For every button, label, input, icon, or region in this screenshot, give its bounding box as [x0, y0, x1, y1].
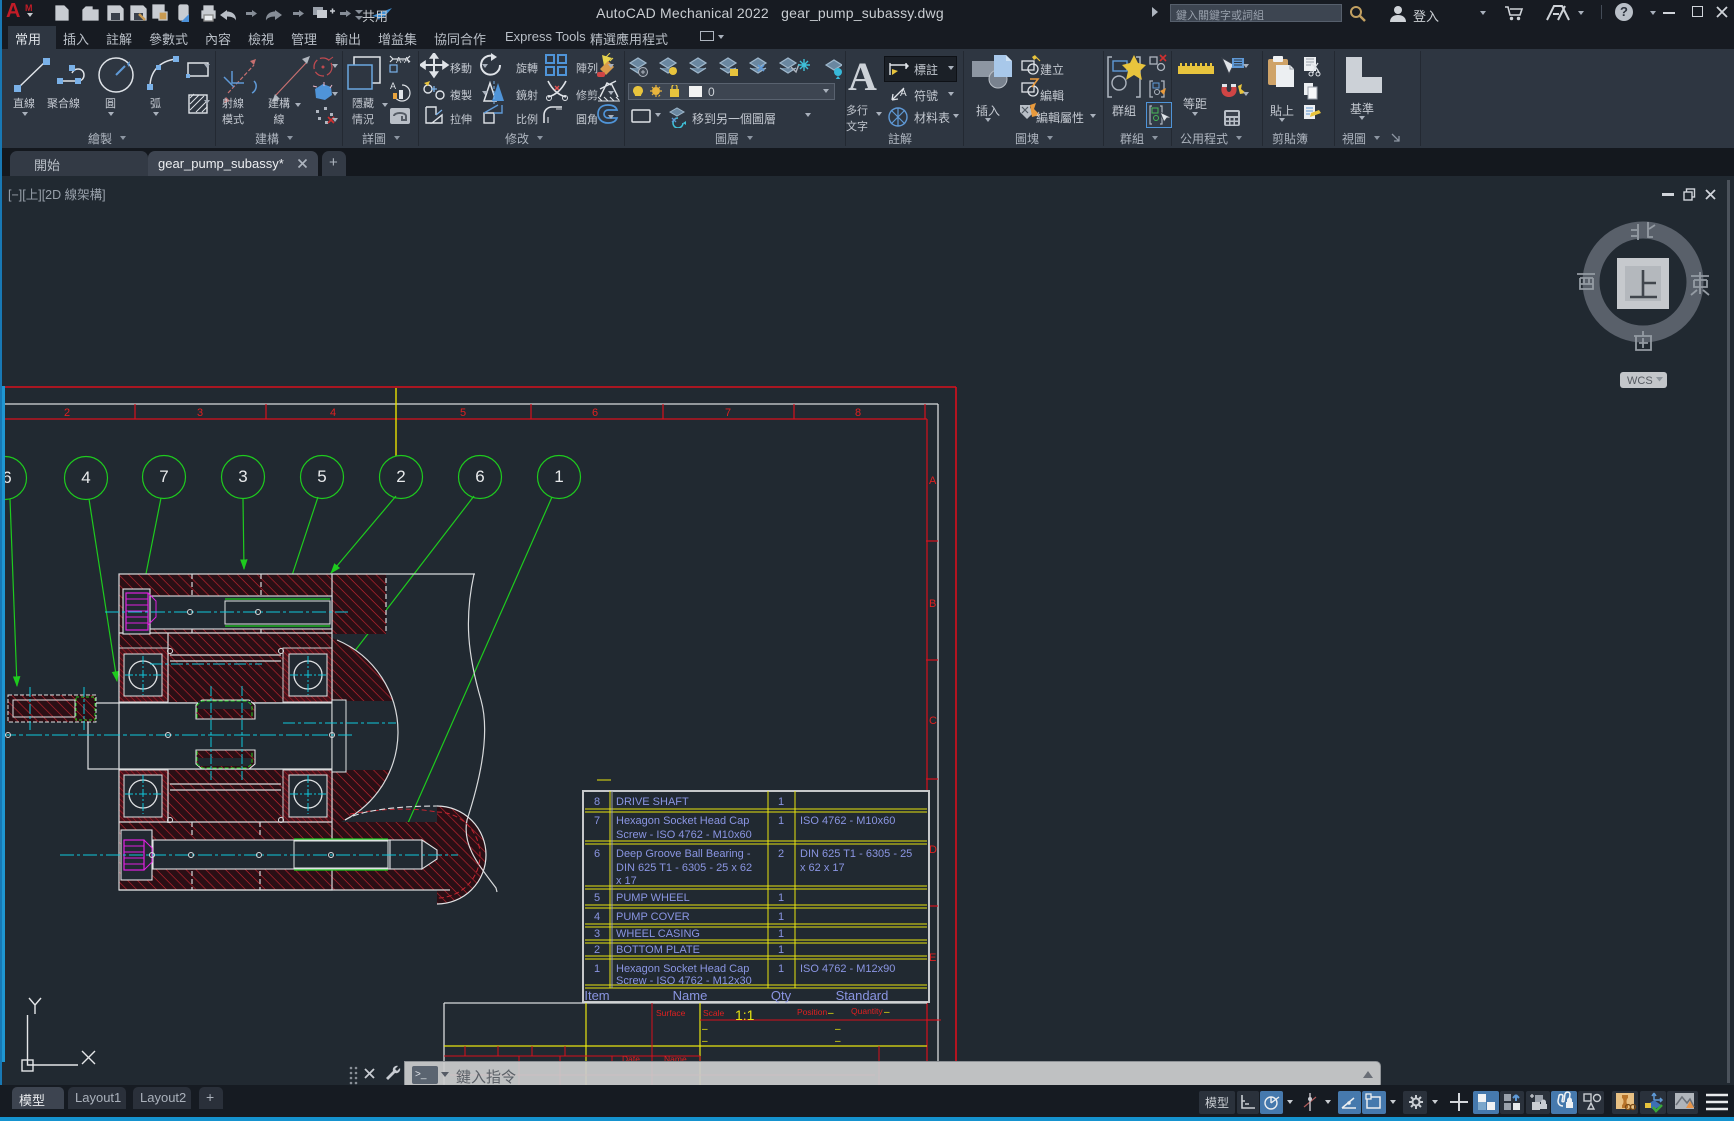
svg-text:1: 1 — [778, 815, 784, 827]
svg-text:5: 5 — [460, 407, 466, 419]
svg-text:1: 1 — [778, 796, 784, 808]
svg-text:WCS: WCS — [1627, 375, 1653, 387]
svg-text:6: 6 — [592, 407, 598, 419]
svg-text:1: 1 — [594, 963, 600, 975]
svg-text:Deep Groove Ball Bearing -: Deep Groove Ball Bearing - — [616, 848, 751, 860]
svg-text:–: – — [884, 1007, 890, 1018]
svg-text:1: 1 — [778, 892, 784, 904]
svg-text:4: 4 — [81, 468, 90, 487]
svg-text:7: 7 — [594, 815, 600, 827]
svg-text:Quantity: Quantity — [851, 1006, 883, 1016]
svg-text:x 62 x 17: x 62 x 17 — [800, 862, 845, 874]
svg-text:1: 1 — [554, 467, 563, 486]
svg-text:1:1: 1:1 — [735, 1007, 755, 1023]
svg-text:DIN 625 T1 - 6305 - 25 x 62: DIN 625 T1 - 6305 - 25 x 62 — [616, 862, 752, 874]
svg-text:5: 5 — [594, 892, 600, 904]
svg-text:ISO 4762 - M10x60: ISO 4762 - M10x60 — [800, 815, 895, 827]
svg-text:A: A — [929, 475, 937, 487]
svg-text:–: – — [702, 1036, 708, 1047]
svg-text:Scale: Scale — [703, 1008, 725, 1018]
svg-text:Qty: Qty — [771, 988, 792, 1003]
svg-text:BOTTOM PLATE: BOTTOM PLATE — [616, 944, 700, 956]
svg-text:A: A — [900, 88, 907, 99]
svg-text:1: 1 — [778, 911, 784, 923]
svg-text:6: 6 — [594, 848, 600, 860]
svg-text:x 17: x 17 — [616, 875, 637, 887]
svg-text:E: E — [929, 952, 936, 964]
svg-text:–: – — [702, 1024, 708, 1035]
svg-text:7: 7 — [725, 407, 731, 419]
svg-text:D: D — [929, 844, 937, 856]
svg-text:–: – — [828, 1008, 834, 1019]
svg-text:2: 2 — [64, 407, 70, 419]
svg-text:Hexagon Socket Head Cap: Hexagon Socket Head Cap — [616, 963, 749, 975]
svg-text:5: 5 — [317, 467, 326, 486]
svg-text:1: 1 — [778, 928, 784, 940]
svg-text:Hexagon Socket Head Cap: Hexagon Socket Head Cap — [616, 815, 749, 827]
svg-text:WHEEL CASING: WHEEL CASING — [616, 928, 700, 940]
svg-text:Position: Position — [797, 1007, 828, 1017]
svg-text:3: 3 — [594, 928, 600, 940]
svg-text:7: 7 — [159, 467, 168, 486]
svg-text:3: 3 — [197, 407, 203, 419]
svg-text:Surface: Surface — [656, 1008, 686, 1018]
svg-text:Item: Item — [584, 988, 609, 1003]
svg-text:PUMP COVER: PUMP COVER — [616, 911, 690, 923]
svg-text:PUMP WHEEL: PUMP WHEEL — [616, 892, 690, 904]
svg-text:Name: Name — [673, 988, 708, 1003]
svg-text:Screw - ISO 4762 - M12x30: Screw - ISO 4762 - M12x30 — [616, 975, 752, 987]
svg-text:B: B — [929, 598, 936, 610]
svg-text:Screw - ISO 4762 - M10x60: Screw - ISO 4762 - M10x60 — [616, 829, 752, 841]
svg-text:2: 2 — [396, 467, 405, 486]
svg-text:DRIVE SHAFT: DRIVE SHAFT — [616, 796, 689, 808]
svg-text:3: 3 — [238, 467, 247, 486]
svg-text:–: – — [835, 1036, 841, 1047]
svg-text:Standard: Standard — [836, 988, 889, 1003]
svg-text:2: 2 — [594, 944, 600, 956]
svg-text:ISO 4762 - M12x90: ISO 4762 - M12x90 — [800, 963, 895, 975]
svg-text:8: 8 — [594, 796, 600, 808]
svg-text:6: 6 — [475, 467, 484, 486]
svg-text:–: – — [835, 1024, 841, 1035]
svg-text:2: 2 — [778, 848, 784, 860]
svg-text:A-A: A-A — [396, 56, 410, 65]
svg-text:4: 4 — [594, 911, 600, 923]
svg-text:4: 4 — [330, 407, 336, 419]
svg-text:8: 8 — [855, 407, 861, 419]
svg-text:C: C — [929, 715, 937, 727]
svg-text:A: A — [390, 81, 396, 91]
svg-text:1: 1 — [778, 944, 784, 956]
svg-text:1: 1 — [778, 963, 784, 975]
svg-text:DIN 625 T1 - 6305 - 25: DIN 625 T1 - 6305 - 25 — [800, 848, 912, 860]
